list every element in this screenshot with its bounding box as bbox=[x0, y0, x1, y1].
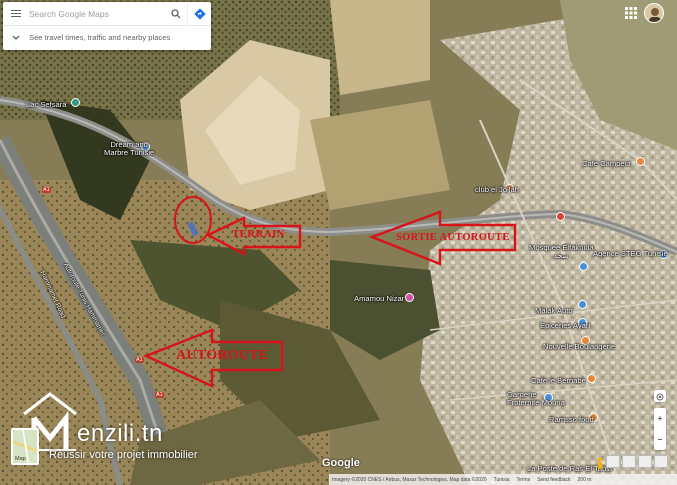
road-shield-a1: A1 bbox=[42, 187, 51, 193]
apps-grid-icon[interactable] bbox=[624, 6, 638, 20]
travel-times-toggle[interactable]: See travel times, traffic and nearby pla… bbox=[3, 26, 211, 49]
imagery-thumb[interactable] bbox=[638, 455, 652, 468]
place-label-fastfood[interactable]: Ramsso food bbox=[549, 415, 594, 424]
place-label-epi[interactable]: Épiceries Ayari bbox=[540, 321, 590, 330]
attribution-bar: Imagery ©2020 CNES / Airbus, Maxar Techn… bbox=[329, 474, 677, 485]
zoom-out-button[interactable]: − bbox=[658, 435, 663, 444]
account-avatar[interactable] bbox=[644, 3, 664, 23]
watermark-slogan: Réussir votre projet immobilier bbox=[49, 449, 198, 461]
cafe-pin-icon[interactable] bbox=[636, 157, 645, 166]
zoom-in-button[interactable]: + bbox=[658, 414, 663, 423]
zoom-controls: + − bbox=[654, 408, 666, 450]
satellite-map[interactable]: Lac Sefsara Dream and Marbre Tunisie Caf… bbox=[0, 0, 677, 485]
map-layer-label: Map bbox=[15, 456, 26, 462]
place-label-agence[interactable]: Agence STEG Tunisie bbox=[593, 249, 668, 258]
road-shield-a1: A1 bbox=[135, 357, 144, 363]
imagery-thumb[interactable] bbox=[654, 455, 668, 468]
place-label-malak[interactable]: Malak Auto bbox=[535, 306, 573, 315]
place-label-lac[interactable]: Lac Sefsara bbox=[26, 100, 67, 109]
annotation-sortie-autoroute: SORTIE AUTOROUTE bbox=[396, 232, 510, 243]
cafe2-pin-icon[interactable] bbox=[587, 374, 596, 383]
scale-label: 200 m bbox=[577, 476, 592, 483]
search-input[interactable] bbox=[29, 3, 165, 24]
place-label-club[interactable]: club el Jollah bbox=[475, 185, 519, 194]
amamou-pin-icon[interactable] bbox=[405, 293, 414, 302]
place-label-dream-line2: Marbre Tunisie bbox=[104, 148, 155, 158]
travel-times-hint: See travel times, traffic and nearby pla… bbox=[29, 33, 171, 42]
attribution-imagery: Imagery ©2020 CNES / Airbus, Maxar Techn… bbox=[332, 476, 487, 483]
attribution-country[interactable]: Tunisia bbox=[494, 477, 510, 483]
my-location-button[interactable] bbox=[654, 390, 666, 402]
place-label-boul[interactable]: Nouvelle Boulangerie bbox=[543, 342, 615, 351]
red-pin-icon[interactable] bbox=[556, 212, 565, 221]
search-icon[interactable] bbox=[165, 2, 187, 26]
imagery-thumbnails bbox=[606, 455, 668, 468]
google-logo: Google bbox=[322, 457, 360, 469]
place-label-mosquee[interactable]: Mosquée Elfakoula سجد bbox=[529, 243, 594, 261]
search-panel: See travel times, traffic and nearby pla… bbox=[3, 1, 211, 50]
park-pin-icon[interactable] bbox=[71, 98, 80, 107]
place-label-cafe2[interactable]: Café le Bernabé bbox=[531, 376, 586, 385]
malak-pin-icon[interactable] bbox=[578, 300, 587, 309]
location-target-icon bbox=[656, 393, 664, 401]
attribution-terms[interactable]: Terms bbox=[517, 477, 531, 483]
attribution-feedback[interactable]: Send feedback bbox=[537, 477, 570, 483]
place-label-cafe[interactable]: Cafe Campeur bbox=[582, 159, 631, 168]
street-view-pegman-icon[interactable] bbox=[595, 456, 605, 469]
watermark-brand: enzili.tn bbox=[77, 420, 163, 447]
place-label-garderie[interactable]: Garderie Fraternité Mouna bbox=[507, 390, 567, 408]
hamburger-menu-icon[interactable] bbox=[3, 2, 29, 26]
place-label-amamou[interactable]: Amamou Nizar bbox=[354, 294, 404, 303]
search-row bbox=[3, 1, 211, 26]
imagery-thumb[interactable] bbox=[606, 455, 620, 468]
map-layer-toggle[interactable]: Map bbox=[11, 428, 39, 465]
imagery-thumb[interactable] bbox=[622, 455, 636, 468]
directions-icon[interactable] bbox=[187, 1, 211, 26]
place-label-mosquee-line2: سجد bbox=[553, 251, 569, 261]
place-label-dream[interactable]: Dream and Marbre Tunisie bbox=[104, 140, 155, 158]
road-shield-a1: A1 bbox=[155, 392, 164, 398]
annotation-terrain: TERRAIN bbox=[232, 228, 285, 240]
mosque-pin-icon[interactable] bbox=[579, 262, 588, 271]
annotation-autoroute: AUTOROUTE bbox=[176, 348, 269, 363]
chevron-down-icon bbox=[3, 35, 29, 41]
